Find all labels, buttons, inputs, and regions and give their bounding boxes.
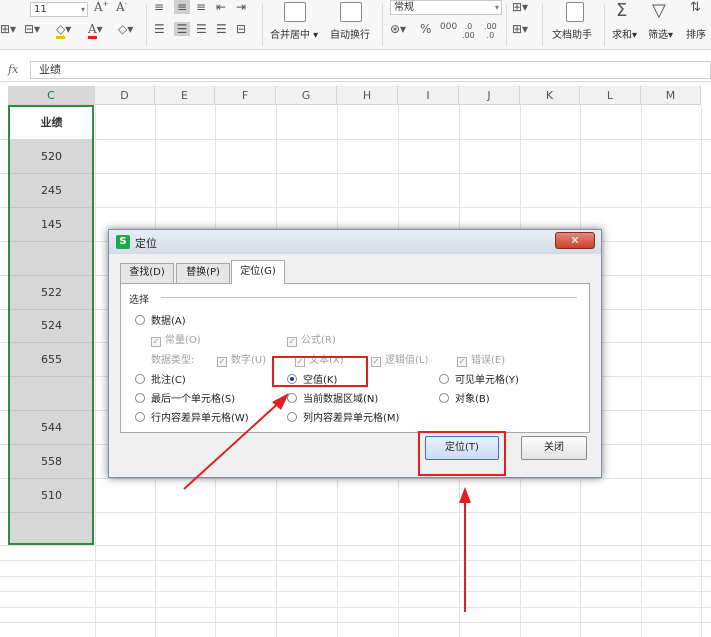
arrow-annotations [183, 393, 471, 612]
tab-goto[interactable]: 定位(G) [231, 260, 285, 284]
arrow-line-1 [183, 398, 284, 490]
arrowhead-2 [459, 487, 471, 503]
